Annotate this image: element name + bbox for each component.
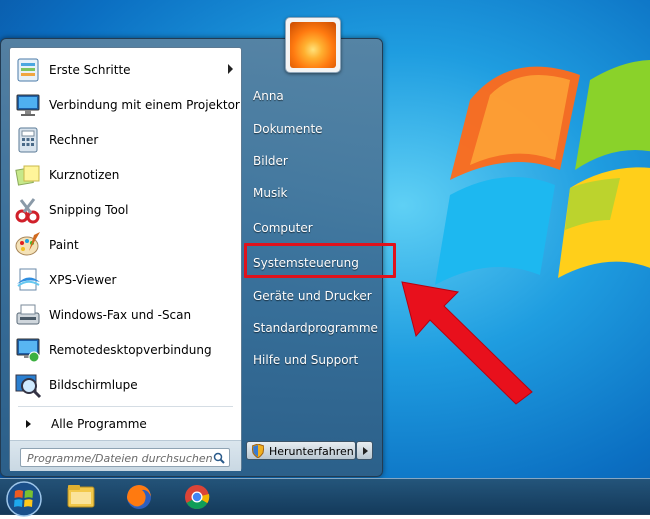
program-item-calculator[interactable]: Rechner	[10, 122, 241, 157]
right-link-computer[interactable]: Computer	[253, 221, 313, 235]
right-link-devices-printers[interactable]: Geräte und Drucker	[253, 289, 372, 303]
right-link-pictures[interactable]: Bilder	[253, 154, 288, 168]
magnifier-icon	[15, 374, 42, 398]
getting-started-icon	[17, 58, 39, 81]
right-link-default-programs[interactable]: Standardprogramme	[253, 321, 378, 335]
program-item-magnifier[interactable]: Bildschirmlupe	[10, 367, 241, 402]
search-placeholder: Programme/Dateien durchsuchen	[27, 452, 213, 465]
all-programs-label: Alle Programme	[51, 417, 147, 431]
flower-avatar-picture	[290, 22, 336, 68]
program-label: Erste Schritte	[49, 62, 131, 77]
red-pointer-arrow-icon	[401, 281, 533, 405]
file-explorer-icon[interactable]	[60, 481, 102, 513]
control-panel-highlight-box	[244, 243, 396, 278]
program-label: Verbindung mit einem Projektor	[49, 97, 240, 112]
all-programs-button[interactable]: Alle Programme	[18, 410, 147, 438]
shutdown-label: Herunterfahren	[269, 445, 354, 458]
program-item-sticky-notes[interactable]: Kurznotizen	[10, 157, 241, 192]
shutdown-button[interactable]: Herunterfahren	[246, 441, 356, 460]
program-item-xps-viewer[interactable]: XPS-Viewer	[10, 262, 241, 297]
paint-palette-icon	[15, 231, 40, 255]
right-link-documents[interactable]: Dokumente	[253, 122, 323, 136]
program-label: XPS-Viewer	[49, 272, 117, 287]
right-link-help-support[interactable]: Hilfe und Support	[253, 353, 358, 367]
submenu-arrow-icon[interactable]	[228, 64, 233, 74]
program-item-projector[interactable]: Verbindung mit einem Projektor	[10, 87, 241, 122]
program-item-getting-started[interactable]: Erste Schritte	[10, 52, 241, 87]
pinned-programs-list: Erste Schritte Verbindung mit einem Proj…	[10, 52, 241, 402]
program-label: Bildschirmlupe	[49, 377, 138, 392]
shield-icon	[252, 444, 264, 458]
fax-icon	[16, 304, 40, 324]
sticky-notes-icon	[15, 165, 40, 186]
program-label: Paint	[49, 237, 79, 252]
program-label: Rechner	[49, 132, 99, 147]
windows-logo-wallpaper-icon	[435, 60, 650, 285]
windows-start-orb[interactable]	[4, 479, 44, 519]
chrome-icon[interactable]	[176, 481, 218, 513]
scissors-icon	[15, 197, 40, 223]
program-label: Remotedesktopverbindung	[49, 342, 212, 357]
search-icon	[213, 452, 225, 464]
program-item-remote-desktop[interactable]: Remotedesktopverbindung	[10, 332, 241, 367]
remote-desktop-icon	[16, 338, 40, 362]
xps-viewer-icon	[17, 268, 40, 290]
taskbar	[0, 478, 650, 517]
firefox-icon[interactable]	[118, 481, 160, 513]
right-link-music[interactable]: Musik	[253, 186, 288, 200]
shutdown-options-arrow-icon[interactable]	[356, 441, 373, 460]
program-label: Windows-Fax und -Scan	[49, 307, 192, 322]
program-label: Kurznotizen	[49, 167, 120, 182]
projector-icon	[16, 94, 40, 116]
programs-pane: Erste Schritte Verbindung mit einem Proj…	[9, 47, 242, 471]
program-item-snipping-tool[interactable]: Snipping Tool	[10, 192, 241, 227]
expand-arrow-icon	[26, 420, 31, 428]
user-avatar[interactable]	[285, 17, 341, 73]
separator	[18, 406, 233, 407]
right-link-user[interactable]: Anna	[253, 89, 284, 103]
search-area: Programme/Dateien durchsuchen	[10, 440, 241, 471]
program-label: Snipping Tool	[49, 202, 129, 217]
program-item-fax-scan[interactable]: Windows-Fax und -Scan	[10, 297, 241, 332]
program-item-paint[interactable]: Paint	[10, 227, 241, 262]
calculator-icon	[18, 127, 38, 152]
search-input[interactable]: Programme/Dateien durchsuchen	[20, 448, 230, 467]
